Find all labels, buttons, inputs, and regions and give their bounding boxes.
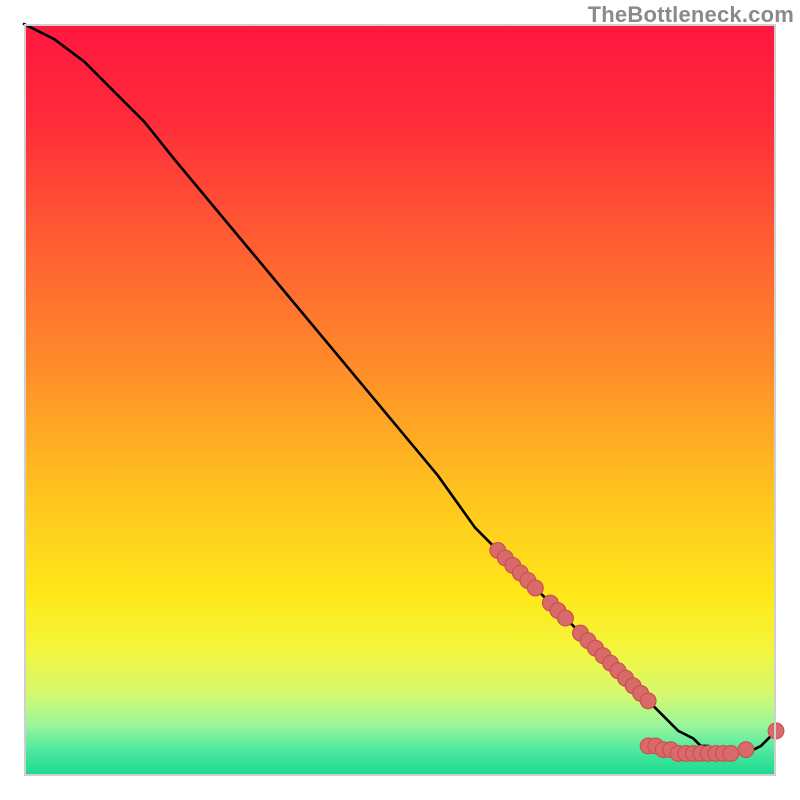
plot-area (24, 24, 776, 776)
background-gradient (24, 24, 776, 776)
chart-stage: TheBottleneck.com (0, 0, 800, 800)
